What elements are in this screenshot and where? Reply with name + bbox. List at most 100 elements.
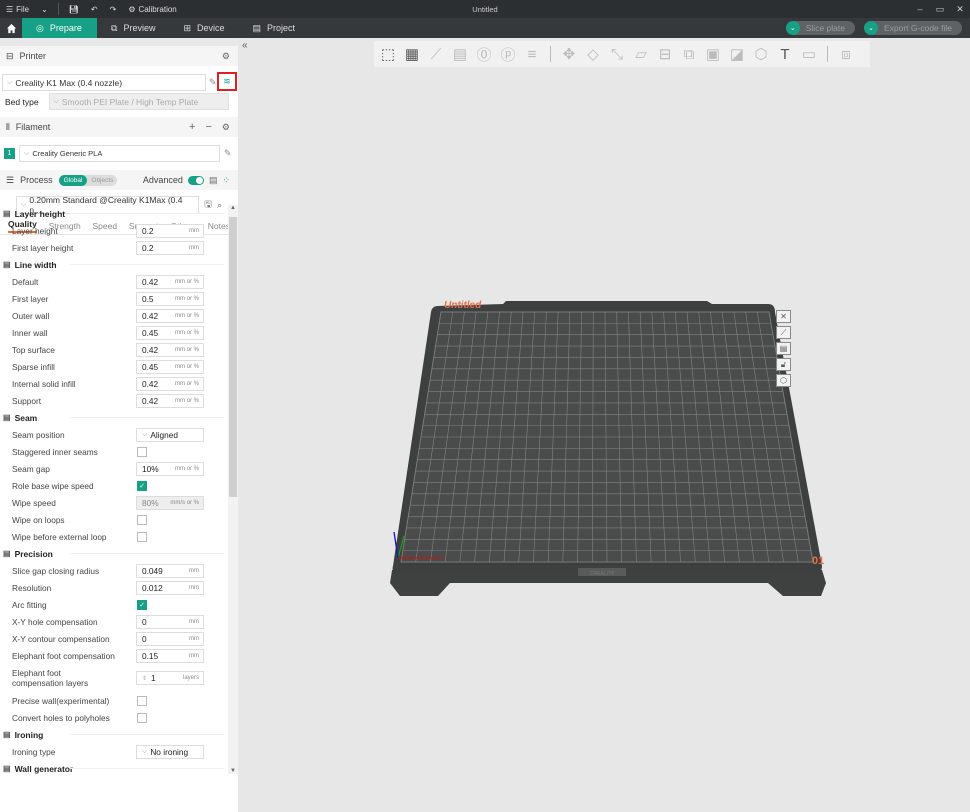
param-input[interactable]: 0.42 mm or %: [136, 342, 204, 357]
save-button[interactable]: 💾︎: [63, 0, 85, 18]
advanced-switch[interactable]: [187, 175, 204, 185]
group-label: Layer height: [14, 208, 66, 219]
param-row: Elephant foot compensation layers ⇕ 1 layer…: [0, 664, 228, 692]
param-input[interactable]: 0 mm: [136, 631, 204, 646]
param-value: 0.42: [142, 276, 159, 287]
spinner-arrows-icon[interactable]: ⇕: [142, 675, 147, 682]
redo-button[interactable]: ↷: [104, 0, 123, 18]
param-label: Precise wall(experimental): [12, 695, 110, 706]
slice-plate-button[interactable]: ⌄ Slice plate: [785, 21, 855, 35]
wifi-icon[interactable]: ≋: [217, 72, 237, 91]
param-input[interactable]: 0.45 mm or %: [136, 325, 204, 340]
3d-viewport[interactable]: « ⬚ ▦ ⟋ ▤ ⓪ ⓟ ≡ ✥ ◇ ⤡ ⏥ ⊟ ⧉ ▣ ◪ ⬡ T ▭ ⧈ CREALITY Untitled …: [238, 38, 970, 812]
param-spinner[interactable]: ⇕ 1 layers: [136, 671, 204, 685]
tab-preview[interactable]: ⧉ Preview: [97, 18, 169, 38]
tab-prepare[interactable]: ◎ Prepare: [22, 18, 97, 38]
toggle-global[interactable]: Global: [58, 174, 88, 186]
param-input[interactable]: 0.15 mm: [136, 648, 204, 663]
edit-filament-icon[interactable]: ✎: [224, 148, 232, 159]
param-input[interactable]: 0.049 mm: [136, 563, 204, 578]
param-checkbox[interactable]: [137, 695, 147, 706]
param-input[interactable]: 0 mm: [136, 614, 204, 629]
scrollbar-thumb[interactable]: [229, 217, 237, 497]
group-header: ▤ Layer height: [0, 205, 228, 222]
filament-settings-icon[interactable]: ⚙: [222, 122, 230, 133]
param-select[interactable]: ⌵ No ironing: [136, 744, 204, 759]
param-input[interactable]: 0.42 mm or %: [136, 393, 204, 408]
param-checkbox[interactable]: [137, 531, 147, 542]
scroll-up-icon[interactable]: ▲: [230, 205, 236, 211]
export-gcode-button[interactable]: ⌄ Export G-code file: [863, 21, 962, 35]
undo-button[interactable]: ↶: [85, 0, 104, 18]
calibration-menu[interactable]: ⚙ Calibration: [122, 0, 182, 18]
param-select[interactable]: ⌵ Aligned: [136, 427, 204, 442]
chevron-down-icon: ⌵: [24, 149, 30, 157]
plate-settings-button[interactable]: ⬡: [776, 374, 791, 387]
add-filament-icon[interactable]: +: [189, 121, 195, 133]
scroll-down-icon[interactable]: ▼: [230, 768, 236, 774]
param-input[interactable]: 0.42 mm or %: [136, 308, 204, 323]
arrange-plate-button[interactable]: ▤: [776, 342, 791, 355]
params-scrollbar[interactable]: ▲ ▼: [228, 205, 238, 774]
bed-type-select[interactable]: ⌵ Smooth PEI Plate / High Temp Plate: [48, 93, 229, 110]
file-menu[interactable]: ☰ File: [0, 0, 35, 18]
compare-icon[interactable]: ▤: [209, 175, 218, 186]
param-row: First layer height 0.2 mm: [0, 239, 228, 256]
filament-select[interactable]: ⌵ Creality Generic PLA: [19, 145, 220, 162]
remove-filament-icon[interactable]: −: [205, 121, 211, 133]
param-value: 80%: [142, 497, 159, 508]
param-value: 0.2: [142, 225, 154, 236]
param-checkbox[interactable]: [137, 514, 147, 525]
minimize-button[interactable]: –: [910, 0, 930, 18]
param-label: Wipe speed: [12, 497, 56, 508]
device-icon: ⊞: [183, 22, 191, 33]
preview-icon: ⧉: [111, 22, 118, 33]
param-input[interactable]: 0.2 mm: [136, 223, 204, 238]
menu-dropdown[interactable]: ⌄: [35, 0, 54, 18]
advanced-label: Advanced: [142, 175, 183, 185]
param-input[interactable]: 0.5 mm or %: [136, 291, 204, 306]
plate-name[interactable]: Untitled: [444, 300, 482, 311]
toggle-objects[interactable]: Objects: [87, 177, 117, 184]
tab-device[interactable]: ⊞ Device: [169, 18, 238, 38]
bed-logo: CREALITY: [590, 571, 615, 577]
param-input[interactable]: 0.012 mm: [136, 580, 204, 595]
printer-select[interactable]: ⌵ Creality K1 Max (0.4 nozzle): [2, 74, 206, 91]
export-dropdown-icon[interactable]: ⌄: [863, 21, 878, 35]
param-input[interactable]: 0.42 mm or %: [136, 274, 204, 289]
param-label: Ironing type: [12, 746, 56, 757]
param-input[interactable]: 0.42 mm or %: [136, 376, 204, 391]
global-objects-toggle[interactable]: Global Objects: [58, 174, 118, 186]
orient-plate-button[interactable]: ⟋: [776, 326, 791, 339]
line-width-icon: ▤: [3, 260, 11, 269]
delete-plate-button[interactable]: ✕: [776, 310, 791, 323]
param-unit: mm: [189, 227, 199, 234]
slice-dropdown-icon[interactable]: ⌄: [785, 21, 800, 35]
param-row: Wipe before external loop: [0, 528, 228, 545]
printer-settings-icon[interactable]: ⚙: [222, 51, 230, 62]
filament-value: Creality Generic PLA: [32, 149, 103, 158]
process-extra-icon[interactable]: ⁘: [222, 175, 230, 186]
param-checkbox[interactable]: ✓: [137, 599, 147, 610]
maximize-button[interactable]: ▭: [930, 0, 950, 18]
filament-slot-badge[interactable]: 1: [4, 148, 15, 159]
param-input[interactable]: 0.45 mm or %: [136, 359, 204, 374]
param-input[interactable]: 10% mm or %: [136, 461, 204, 476]
param-checkbox[interactable]: [137, 712, 147, 723]
edit-printer-icon[interactable]: ✎: [209, 77, 217, 88]
close-button[interactable]: ✕: [950, 0, 970, 18]
param-label: Wipe on loops: [12, 514, 65, 525]
param-label: Convert holes to polyholes: [12, 712, 110, 723]
param-value: 0.45: [142, 327, 159, 338]
param-label: Top surface: [12, 344, 55, 355]
param-input[interactable]: 0.2 mm: [136, 240, 204, 255]
arrange-plate-icon: ▤: [779, 344, 788, 353]
export-label: Export G-code file: [883, 23, 952, 33]
home-button[interactable]: [0, 18, 22, 38]
group-header: ▤ Ironing: [0, 726, 228, 743]
param-input[interactable]: 80% mm/s or %: [136, 495, 204, 510]
lock-plate-button[interactable]: 🔓︎: [776, 358, 791, 371]
tab-project[interactable]: ▤ Project: [239, 18, 310, 38]
param-checkbox[interactable]: [137, 446, 147, 457]
param-checkbox[interactable]: ✓: [137, 480, 147, 491]
